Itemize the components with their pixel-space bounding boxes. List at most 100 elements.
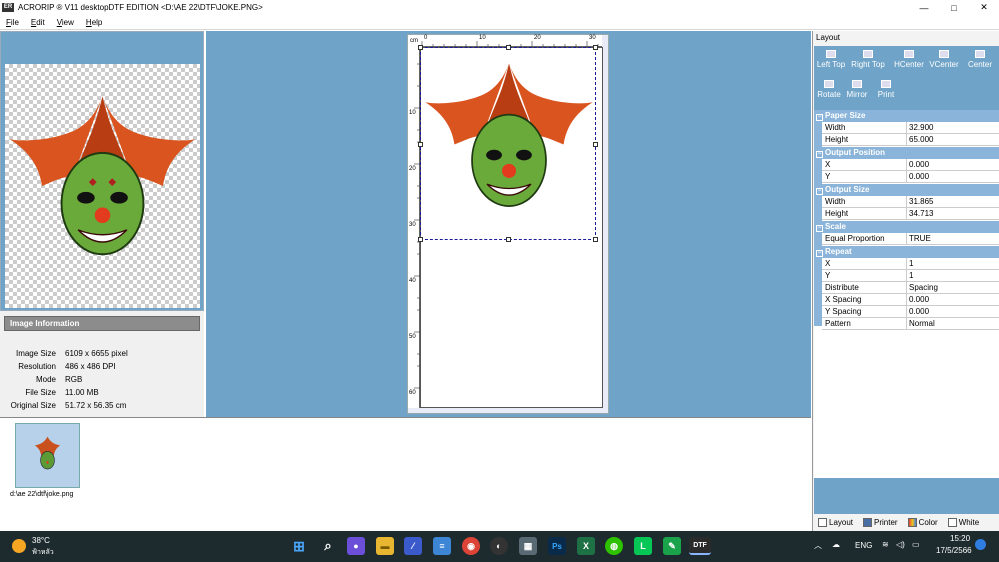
clown-artwork-preview	[9, 96, 196, 256]
ruler-label: 20	[534, 35, 541, 41]
dtf-icon[interactable]: DTF	[689, 537, 711, 555]
center-button[interactable]: Center	[965, 50, 995, 69]
meet-icon[interactable]: ●	[347, 537, 365, 555]
transparency-checkerboard	[5, 64, 200, 308]
resize-handle[interactable]	[418, 237, 423, 242]
wifi-icon[interactable]: ≋	[882, 540, 889, 549]
resize-handle[interactable]	[506, 45, 511, 50]
resize-handle[interactable]	[593, 45, 598, 50]
property-row[interactable]: Y Spacing 0.000	[822, 306, 999, 318]
property-row[interactable]: Height 34.713	[822, 208, 999, 220]
property-row[interactable]: Y 0.000	[822, 171, 999, 183]
thumbnail-strip	[0, 417, 811, 531]
menu-help[interactable]: Help	[80, 18, 108, 27]
mirror-button[interactable]: Mirror	[844, 80, 870, 99]
resize-handle[interactable]	[418, 142, 423, 147]
image-thumbnail[interactable]	[15, 423, 80, 488]
tab-color[interactable]: Color	[907, 518, 938, 527]
ruler-label: 40	[409, 278, 416, 284]
menu-view[interactable]: View	[51, 18, 80, 27]
rotate-button[interactable]: Rotate	[816, 80, 842, 99]
info-row: File Size 11.00 MB	[25, 388, 99, 397]
print-button[interactable]: Print	[874, 80, 898, 99]
property-row[interactable]: X 0.000	[822, 159, 999, 171]
section-output-size[interactable]: − Output Size	[814, 184, 999, 196]
tab-printer[interactable]: Printer	[863, 518, 898, 527]
ruler-left: 10 20 30 40 50 60	[408, 47, 420, 408]
resize-handle[interactable]	[593, 142, 598, 147]
resize-handle[interactable]	[418, 45, 423, 50]
ruler-top-ticks	[421, 41, 599, 47]
line-icon[interactable]: L	[634, 537, 652, 555]
section-repeat[interactable]: − Repeat	[814, 246, 999, 258]
ruler-label: 0	[424, 35, 428, 41]
left-top-icon	[826, 50, 836, 58]
weather-widget[interactable]: 38°C ฟ้าหลัว	[12, 536, 72, 560]
ruler-label: 20	[409, 166, 416, 172]
vcenter-icon	[939, 50, 949, 58]
chrome-icon[interactable]: ◉	[462, 537, 480, 555]
property-row[interactable]: X1	[822, 258, 999, 270]
section-output-position[interactable]: − Output Position	[814, 147, 999, 159]
app-blue-icon[interactable]: ⁄	[404, 537, 422, 555]
search-icon[interactable]: ⌕	[319, 537, 337, 555]
info-row: Image Size 6109 x 6655 pixel	[15, 349, 128, 358]
battery-icon[interactable]: ▭	[912, 540, 920, 549]
property-row[interactable]: Y1	[822, 270, 999, 282]
mirror-icon	[852, 80, 862, 88]
wechat-icon[interactable]: ◍	[605, 537, 623, 555]
language-indicator[interactable]: ENG	[855, 541, 872, 550]
tab-layout[interactable]: Layout	[818, 518, 853, 527]
white-tab-icon	[947, 518, 957, 527]
menu-bar: File Edit View Help	[0, 15, 999, 30]
right-top-icon	[863, 50, 873, 58]
rotate-icon	[824, 80, 834, 88]
selection-box[interactable]	[418, 45, 598, 242]
hcenter-button[interactable]: HCenter	[893, 50, 925, 69]
info-row: Original Size 51.72 x 56.35 cm	[10, 401, 127, 410]
weather-temperature: 38°C	[32, 536, 50, 545]
section-scale[interactable]: − Scale	[814, 221, 999, 233]
clock-time[interactable]: 15:20	[950, 534, 970, 543]
minimize-button[interactable]: —	[909, 0, 939, 15]
volume-icon[interactable]: ◁)	[896, 540, 905, 549]
resize-handle[interactable]	[506, 237, 511, 242]
property-row[interactable]: X Spacing 0.000	[822, 294, 999, 306]
property-row[interactable]: Pattern Normal	[822, 318, 999, 330]
obs-icon[interactable]: ◐	[490, 537, 508, 555]
ruler-label: 30	[409, 222, 416, 228]
title-bar: ER ACRORIP ® V11 desktopDTF EDITION <D:\…	[0, 0, 999, 15]
property-row[interactable]: Equal Proportion TRUE	[822, 233, 999, 245]
ruler-label: 30	[589, 35, 596, 41]
property-row[interactable]: Width 31.865	[822, 196, 999, 208]
folder-icon[interactable]: ▬	[376, 537, 394, 555]
photoshop-icon[interactable]: Ps	[548, 537, 566, 555]
property-row[interactable]: Width 32.900	[822, 122, 999, 134]
chevron-up-icon[interactable]: ︿	[814, 540, 822, 551]
property-row[interactable]: Height 65.000	[822, 134, 999, 146]
notepad-icon[interactable]: ≡	[433, 537, 451, 555]
right-top-button[interactable]: Right Top	[849, 50, 887, 69]
color-tab-icon	[907, 518, 917, 527]
tab-white[interactable]: White	[947, 518, 979, 527]
property-row[interactable]: Distribute Spacing	[822, 282, 999, 294]
vcenter-button[interactable]: VCenter	[928, 50, 960, 69]
excel-icon[interactable]: X	[577, 537, 595, 555]
clock-date[interactable]: 17/5/2566	[936, 546, 972, 555]
start-icon[interactable]: ⊞	[290, 537, 308, 555]
ruler-label: 60	[409, 390, 416, 396]
cloud-icon[interactable]: ☁	[832, 540, 840, 549]
edit-green-icon[interactable]: ✎	[663, 537, 681, 555]
notification-icon[interactable]	[975, 539, 986, 550]
calculator-icon[interactable]: ▦	[519, 537, 537, 555]
close-button[interactable]: ✕	[969, 0, 999, 15]
window-title: ACRORIP ® V11 desktopDTF EDITION <D:\AE …	[18, 3, 263, 12]
menu-file[interactable]: File	[0, 18, 25, 27]
resize-handle[interactable]	[593, 237, 598, 242]
panel-footer	[814, 478, 999, 514]
section-paper-size[interactable]: − Paper Size	[814, 110, 999, 122]
left-top-button[interactable]: Left Top	[816, 50, 846, 69]
menu-edit[interactable]: Edit	[25, 18, 51, 27]
maximize-button[interactable]: □	[939, 0, 969, 15]
layout-tab-icon	[818, 518, 827, 527]
